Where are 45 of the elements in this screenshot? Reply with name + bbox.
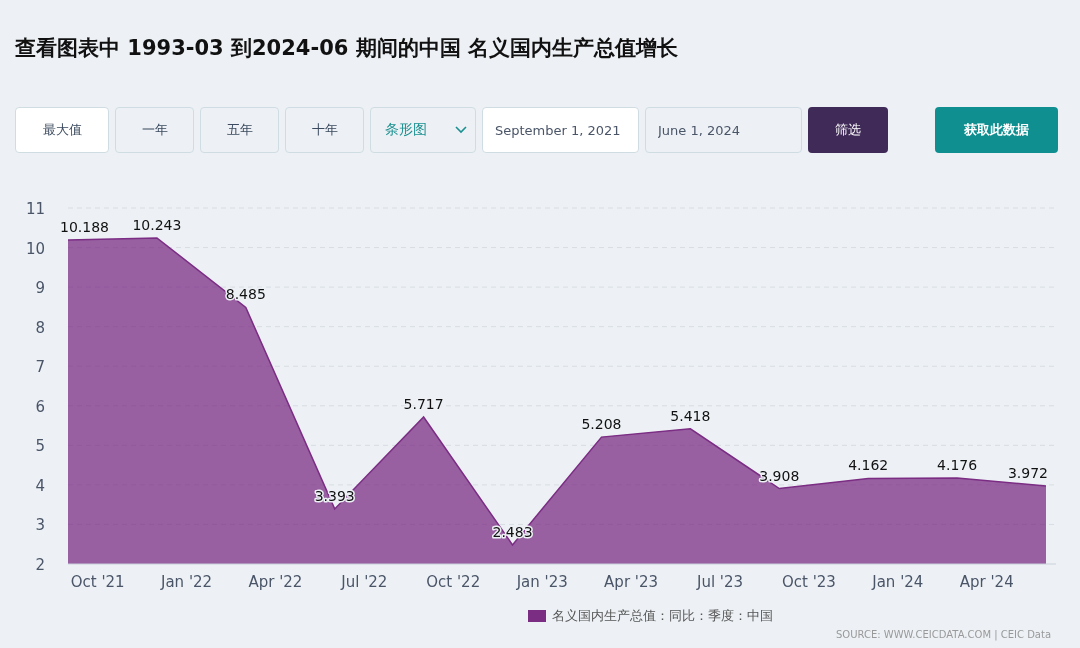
data-label: 4.176 bbox=[937, 456, 978, 473]
x-axis-label: Jul '23 bbox=[696, 573, 744, 591]
y-axis-label: 2 bbox=[35, 556, 45, 574]
range-button[interactable]: 五年 bbox=[200, 107, 279, 153]
legend-label: 名义国内生产总值：同比：季度：中国 bbox=[552, 607, 773, 625]
page-title: 查看图表中 1993-03 到2024-06 期间的中国 名义国内生产总值增长 bbox=[14, 35, 680, 62]
y-axis-label: 7 bbox=[35, 358, 45, 377]
x-axis-label: Apr '24 bbox=[959, 573, 1014, 591]
date-field[interactable]: September 1, 2021 bbox=[482, 107, 639, 153]
legend-swatch bbox=[528, 610, 546, 622]
range-button[interactable]: 十年 bbox=[285, 107, 364, 153]
filter-button[interactable]: 筛选 bbox=[808, 107, 888, 153]
data-label: 3.972 bbox=[1007, 465, 1048, 481]
x-axis-label: Jan '22 bbox=[161, 573, 213, 591]
y-axis-label: 10 bbox=[25, 239, 45, 258]
x-axis-label: Oct '22 bbox=[426, 573, 481, 591]
y-axis-label: 9 bbox=[35, 279, 45, 298]
x-axis-label: Oct '21 bbox=[70, 573, 125, 591]
x-axis-label: Apr '23 bbox=[604, 573, 659, 591]
data-label: 3.908 bbox=[759, 467, 800, 484]
y-axis-label: 11 bbox=[25, 200, 45, 218]
data-label: 4.162 bbox=[848, 457, 889, 474]
range-button[interactable]: 一年 bbox=[115, 107, 194, 153]
y-axis-label: 5 bbox=[35, 437, 45, 456]
data-label: 10.243 bbox=[132, 216, 182, 233]
chevron-down-icon bbox=[455, 126, 467, 134]
data-label: 5.418 bbox=[670, 407, 711, 424]
y-axis-label: 3 bbox=[35, 516, 45, 535]
x-axis-label: Jan '23 bbox=[516, 573, 568, 591]
range-button[interactable]: 最大值 bbox=[15, 107, 109, 153]
download-button[interactable]: 获取此数据 bbox=[935, 107, 1058, 153]
y-axis-label: 4 bbox=[35, 476, 45, 495]
chart-type-select[interactable]: 条形图 bbox=[370, 107, 476, 153]
data-label: 10.188 bbox=[60, 219, 109, 236]
data-label: 5.717 bbox=[403, 395, 444, 412]
y-axis-label: 8 bbox=[35, 318, 45, 337]
data-label: 5.208 bbox=[581, 416, 622, 433]
x-axis-label: Jul '22 bbox=[341, 573, 388, 591]
source-text: SOURCE: WWW.CEICDATA.COM | CEIC Data bbox=[835, 628, 1053, 640]
x-axis-label: Apr '22 bbox=[248, 573, 303, 591]
data-label: 8.485 bbox=[225, 286, 266, 303]
x-axis-label: Oct '23 bbox=[781, 573, 836, 591]
date-field[interactable]: June 1, 2024 bbox=[645, 107, 802, 153]
y-axis-label: 6 bbox=[35, 397, 45, 416]
x-axis-label: Jan '24 bbox=[872, 573, 924, 591]
